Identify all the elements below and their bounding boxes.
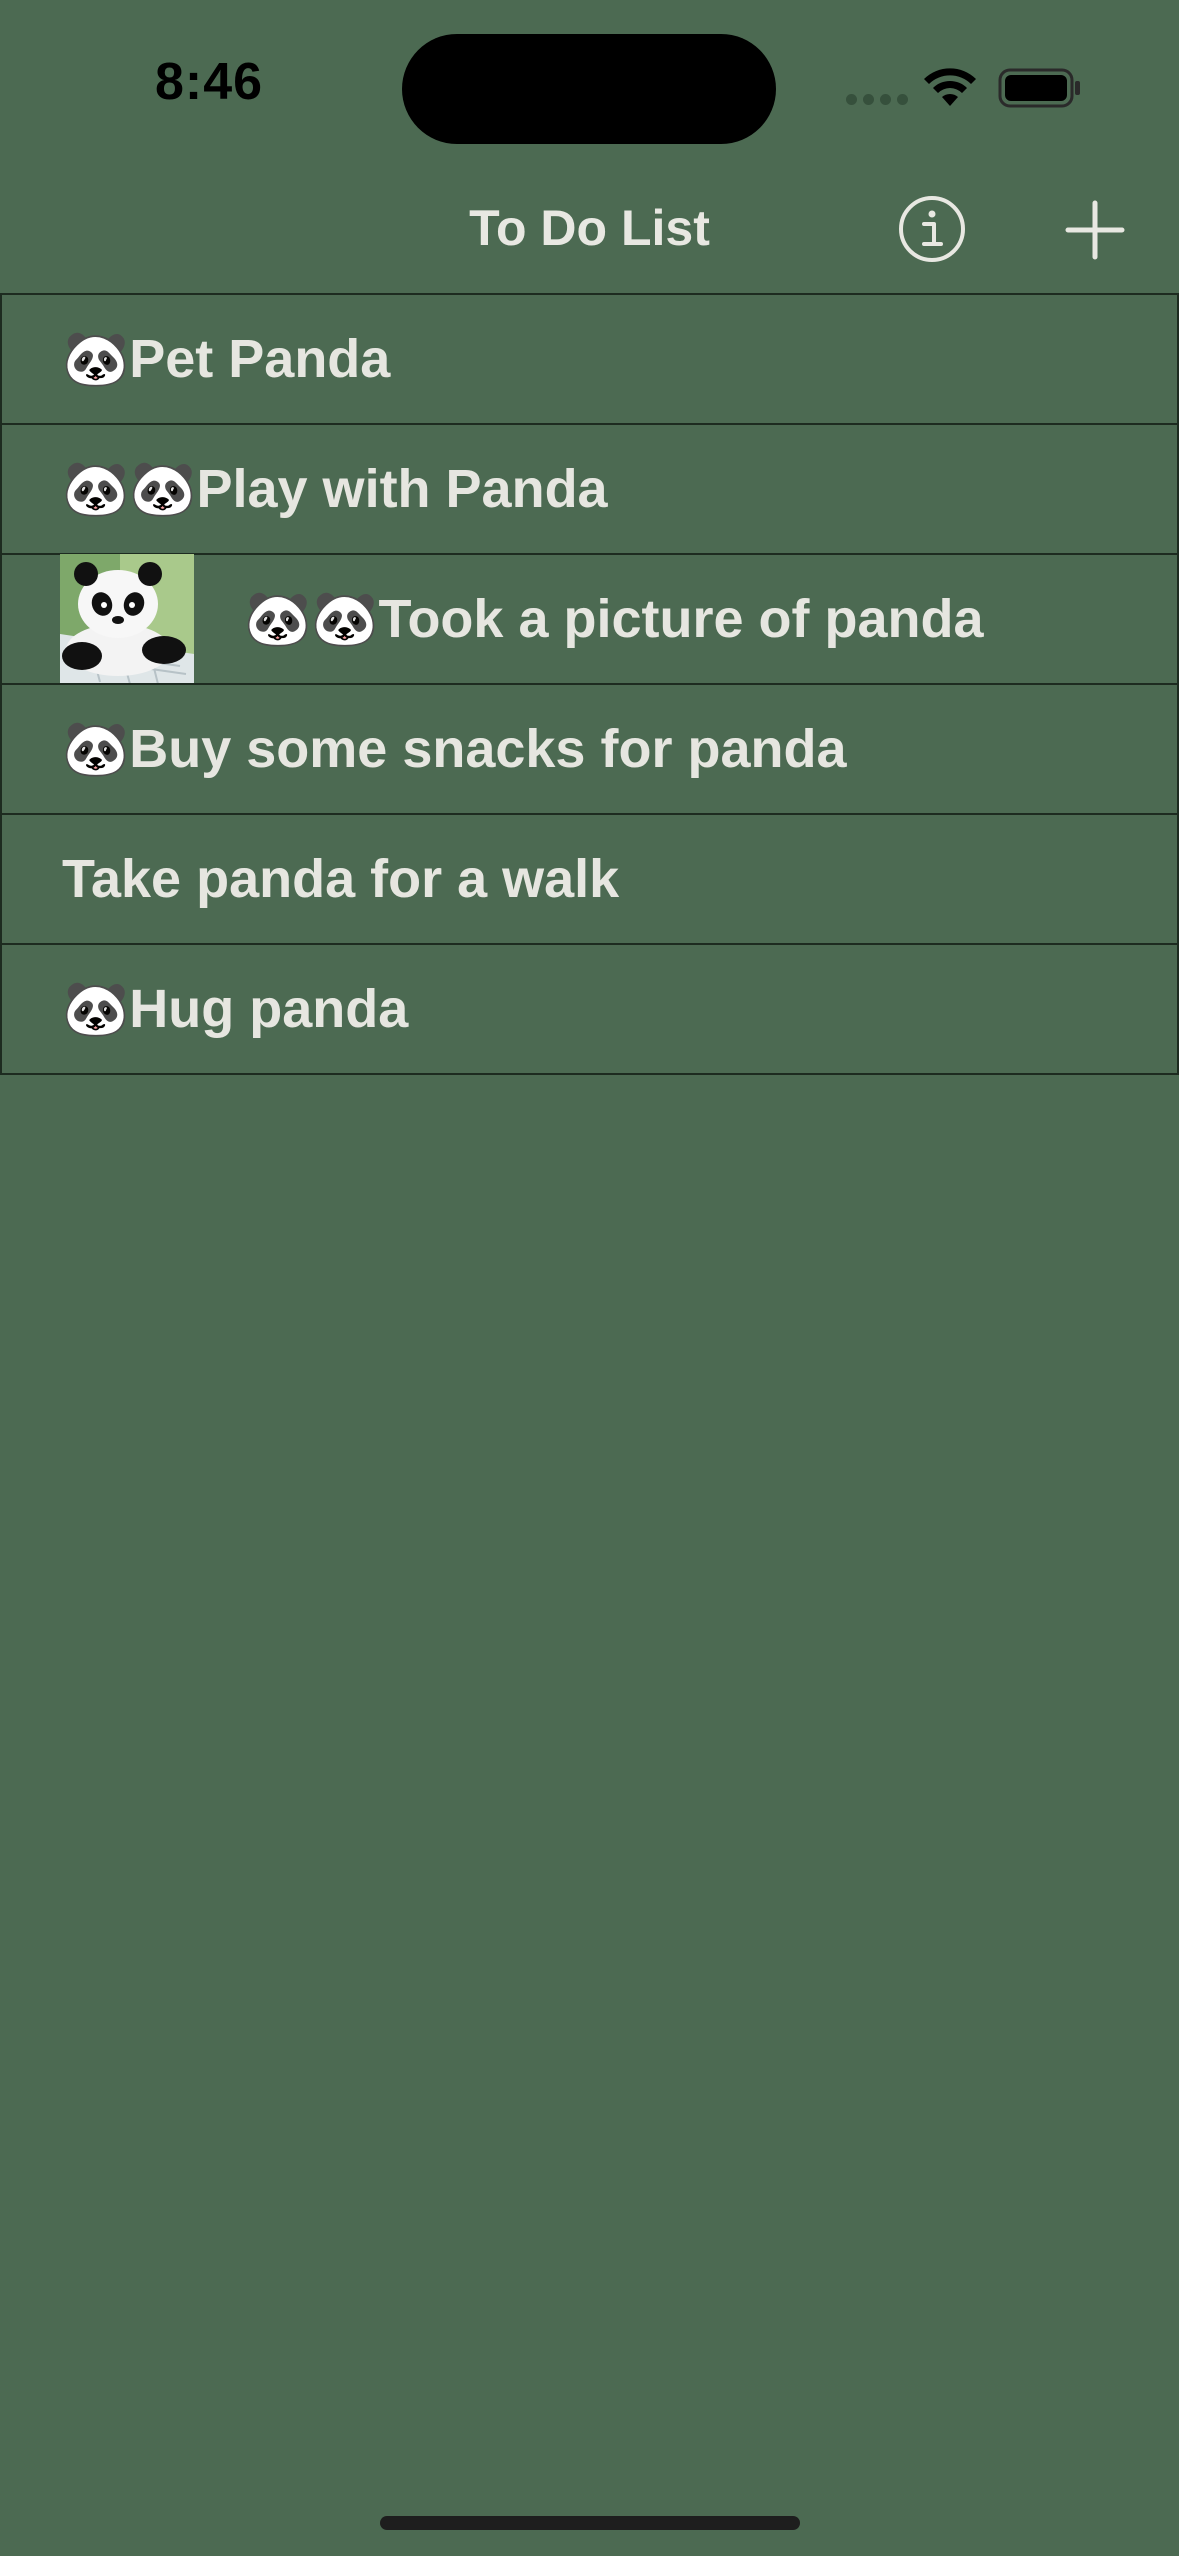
- cellular-signal-icon: [846, 94, 908, 105]
- todo-row[interactable]: 🐼Pet Panda: [0, 293, 1179, 425]
- status-bar: 8:46: [0, 0, 1179, 175]
- todo-row[interactable]: 🐼🐼Took a picture of panda: [0, 553, 1179, 685]
- todo-text: 🐼Buy some snacks for panda: [62, 718, 847, 779]
- todo-row[interactable]: Take panda for a walk: [0, 813, 1179, 945]
- todo-text: 🐼🐼Took a picture of panda: [244, 588, 984, 649]
- panda-photo-thumbnail: [60, 554, 194, 684]
- todo-row[interactable]: 🐼🐼Play with Panda: [0, 423, 1179, 555]
- status-time: 8:46: [155, 53, 264, 111]
- dynamic-island: [402, 34, 776, 144]
- todo-row[interactable]: 🐼Buy some snacks for panda: [0, 683, 1179, 815]
- add-button[interactable]: [1060, 195, 1130, 265]
- navigation-bar: To Do List: [0, 175, 1179, 293]
- todo-text: 🐼Pet Panda: [62, 328, 391, 389]
- todo-text: 🐼Hug panda: [62, 978, 409, 1039]
- home-indicator[interactable]: [380, 2516, 800, 2530]
- todo-list: 🐼Pet Panda 🐼🐼Play with Panda 🐼🐼Took a pi…: [0, 293, 1179, 1075]
- battery-icon: [998, 68, 1080, 108]
- todo-text: Take panda for a walk: [62, 849, 620, 909]
- todo-row[interactable]: 🐼Hug panda: [0, 943, 1179, 1075]
- wifi-icon: [924, 68, 976, 106]
- page-title: To Do List: [469, 200, 710, 256]
- info-button[interactable]: [896, 193, 968, 265]
- todo-text: 🐼🐼Play with Panda: [62, 458, 608, 519]
